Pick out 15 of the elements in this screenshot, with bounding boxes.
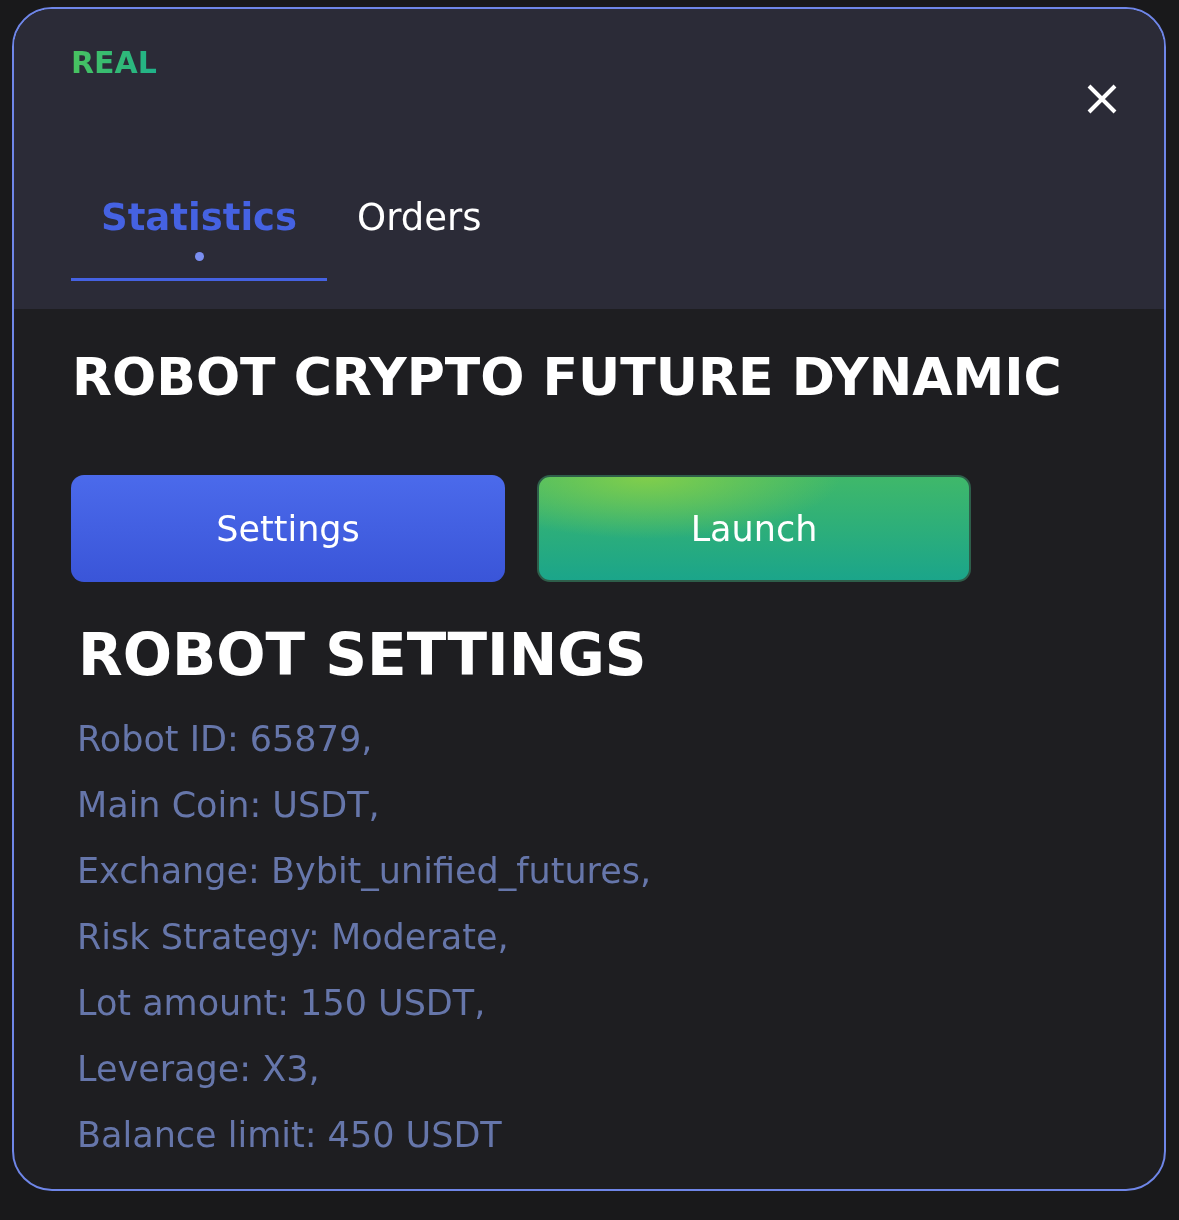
tab[interactable]: Orders: [327, 199, 512, 281]
settings-button[interactable]: Settings: [71, 475, 505, 582]
launch-button[interactable]: Launch: [537, 475, 971, 582]
setting-line: Balance limit: 450 USDT: [77, 1114, 503, 1157]
settings-heading: ROBOT SETTINGS: [78, 626, 648, 684]
setting-line: Main Coin: USDT,: [77, 784, 381, 827]
indicator-dot-icon: [194, 252, 204, 261]
setting-line: Exchange: Bybit_unified_futures,: [77, 850, 653, 893]
robot-title: ROBOT CRYPTO FUTURE DYNAMIC: [72, 351, 1063, 403]
close-icon[interactable]: [1087, 84, 1117, 114]
setting-line: Robot ID: 65879,: [77, 718, 374, 761]
setting-line: Lot amount: 150 USDT,: [77, 982, 487, 1025]
setting-line: Leverage: X3,: [77, 1048, 321, 1091]
tab[interactable]: Statistics: [71, 199, 328, 281]
setting-line: Risk Strategy: Moderate,: [77, 916, 510, 959]
